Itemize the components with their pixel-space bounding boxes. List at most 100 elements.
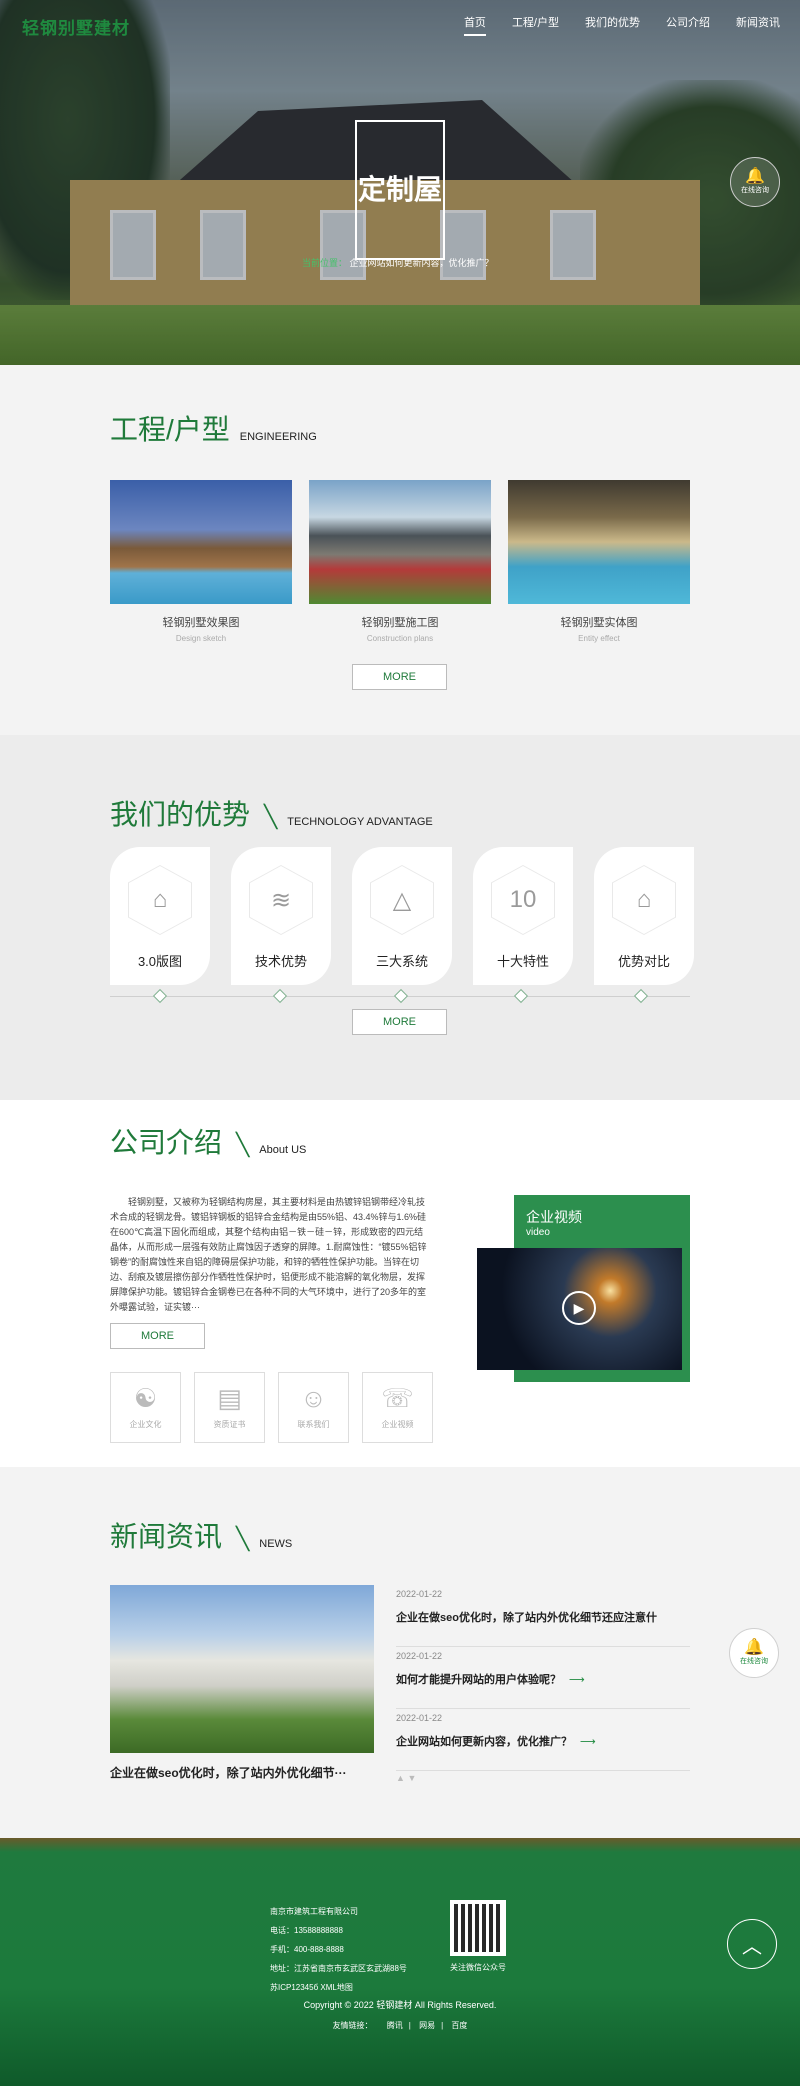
nav-news[interactable]: 新闻资讯 bbox=[736, 14, 780, 36]
news-item[interactable]: 2022-01-22 企业网站如何更新内容，优化推广？ ⟶ bbox=[396, 1709, 690, 1771]
section-subtitle: TECHNOLOGY ADVANTAGE bbox=[287, 816, 433, 828]
card-title[interactable]: 轻钢别墅实体图 bbox=[508, 614, 690, 630]
card-image[interactable] bbox=[110, 480, 292, 604]
news-item[interactable]: 2022-01-22 如何才能提升网站的用户体验呢？ ⟶ bbox=[396, 1647, 690, 1709]
timeline-dot bbox=[272, 988, 288, 1004]
news-title[interactable]: 企业网站如何更新内容，优化推广？ ⟶ bbox=[396, 1733, 690, 1749]
nav-engineering[interactable]: 工程/户型 bbox=[512, 14, 559, 36]
nav-home[interactable]: 首页 bbox=[463, 14, 486, 36]
card-title[interactable]: 轻钢别墅效果图 bbox=[110, 614, 292, 630]
hero-title: 定制屋 bbox=[357, 174, 442, 205]
video-subtitle: video bbox=[526, 1227, 550, 1238]
breadcrumb-current[interactable]: 企业网站如何更新内容，优化推广？ bbox=[350, 258, 494, 268]
engineering-heading: 工程/户型 ENGINEERING bbox=[110, 415, 317, 445]
ten-glyph: 10 bbox=[509, 886, 537, 913]
slash-divider: ╲ bbox=[236, 1526, 250, 1551]
qq-icon: 🔔 bbox=[745, 168, 765, 185]
slash-divider: ╲ bbox=[264, 804, 278, 829]
pager-up-icon[interactable]: ▲ bbox=[396, 1773, 405, 1783]
hero-banner: 轻钢别墅建材 首页 工程/户型 我们的优势 公司介绍 新闻资讯 定制屋 当前位置… bbox=[0, 0, 800, 365]
arrow-right-icon: ⟶ bbox=[580, 1736, 596, 1748]
quick-link-video[interactable]: ☏ 企业视频 bbox=[362, 1372, 433, 1443]
online-consult-label: 在线咨询 bbox=[741, 187, 769, 194]
advantage-items: ⌂ 3.0版图 ≋ 技术优势 △ 三大系统 10 十大特性 ⌂ 优势对比 bbox=[110, 847, 694, 985]
advantage-more-button[interactable]: MORE bbox=[352, 1009, 447, 1035]
site-footer: 南京市建筑工程有限公司 电话：13588888888 手机：400-888-88… bbox=[0, 1838, 800, 2086]
about-text: 轻钢别墅，又被称为轻钢结构房屋，其主要材料是由热镀锌铝钢带经冷轧技术合成的轻钢龙… bbox=[110, 1197, 427, 1312]
advantage-label: 优势对比 bbox=[617, 954, 670, 969]
engineering-section: 工程/户型 ENGINEERING 轻钢别墅效果图 Design sketch … bbox=[0, 365, 800, 735]
advantage-item[interactable]: ≋ 技术优势 bbox=[231, 847, 331, 985]
advantage-label: 3.0版图 bbox=[137, 954, 183, 969]
triangle-icon: △ bbox=[370, 865, 434, 935]
card-title[interactable]: 轻钢别墅施工图 bbox=[309, 614, 491, 630]
footer-address: 地址：江苏省南京市玄武区玄武湖88号 bbox=[270, 1964, 407, 1973]
nav-advantage[interactable]: 我们的优势 bbox=[585, 14, 640, 36]
timeline-dot bbox=[152, 988, 168, 1004]
about-more-button[interactable]: MORE bbox=[110, 1323, 205, 1349]
video-thumbnail[interactable]: ▶ bbox=[477, 1248, 682, 1370]
section-title: 工程/户型 bbox=[110, 414, 230, 445]
card-image[interactable] bbox=[309, 480, 491, 604]
card-image[interactable] bbox=[508, 480, 690, 604]
arrow-right-icon: ⟶ bbox=[569, 1674, 585, 1686]
card-subtitle: Entity effect bbox=[578, 634, 620, 643]
news-list: 2022-01-22 企业在做seo优化时，除了站内外优化细节还应注意什 202… bbox=[396, 1585, 690, 1771]
friend-link[interactable]: 腾讯 bbox=[387, 2021, 403, 2030]
about-section: 公司介绍 ╲ About US 轻钢别墅，又被称为轻钢结构房屋，其主要材料是由热… bbox=[0, 1100, 800, 1467]
engineering-card[interactable]: 轻钢别墅实体图 Entity effect bbox=[508, 480, 690, 643]
engineering-more-button[interactable]: MORE bbox=[352, 664, 447, 690]
advantage-item[interactable]: △ 三大系统 bbox=[352, 847, 452, 985]
house-icon: ⌂ bbox=[128, 865, 192, 935]
section-title: 我们的优势 bbox=[110, 799, 251, 830]
quick-link-label: 企业视频 bbox=[381, 1420, 414, 1429]
about-heading: 公司介绍 ╲ About US bbox=[110, 1128, 306, 1158]
news-feature-caption[interactable]: 企业在做seo优化时，除了站内外优化细节··· bbox=[110, 1764, 347, 1781]
engineering-card[interactable]: 轻钢别墅效果图 Design sketch bbox=[110, 480, 292, 643]
culture-icon: ☯ bbox=[133, 1383, 158, 1413]
news-title-text[interactable]: 企业网站如何更新内容，优化推广？ bbox=[396, 1736, 572, 1748]
news-item[interactable]: 2022-01-22 企业在做seo优化时，除了站内外优化细节还应注意什 bbox=[396, 1585, 690, 1647]
online-consult-button[interactable]: 🔔 在线咨询 bbox=[730, 157, 780, 207]
quick-link-certificate[interactable]: ▤ 资质证书 bbox=[194, 1372, 265, 1443]
qq-icon: 🔔 bbox=[744, 1639, 764, 1656]
news-title[interactable]: 企业在做seo优化时，除了站内外优化细节还应注意什 bbox=[396, 1609, 690, 1625]
quick-link-contact[interactable]: ☺ 联系我们 bbox=[278, 1372, 349, 1443]
footer-company: 南京市建筑工程有限公司 bbox=[270, 1907, 358, 1916]
breadcrumb: 当前位置： 企业网站如何更新内容，优化推广？ bbox=[302, 256, 494, 269]
friend-link[interactable]: 网易 bbox=[419, 2021, 435, 2030]
online-consult-button[interactable]: 🔔 在线咨询 bbox=[729, 1628, 779, 1678]
layers-icon: ≋ bbox=[249, 865, 313, 935]
section-title: 公司介绍 bbox=[110, 1127, 223, 1158]
news-title[interactable]: 如何才能提升网站的用户体验呢？ ⟶ bbox=[396, 1671, 690, 1687]
advantage-heading: 我们的优势 ╲ TECHNOLOGY ADVANTAGE bbox=[110, 800, 433, 830]
advantage-section: 我们的优势 ╲ TECHNOLOGY ADVANTAGE ⌂ 3.0版图 ≋ 技… bbox=[0, 735, 800, 1100]
engineering-card[interactable]: 轻钢别墅施工图 Construction plans bbox=[309, 480, 491, 643]
online-consult-label: 在线咨询 bbox=[740, 1658, 768, 1665]
timeline-dot bbox=[633, 988, 649, 1004]
card-subtitle: Construction plans bbox=[366, 634, 434, 643]
footer-icp[interactable]: 苏ICP12345б XML地图 bbox=[270, 1978, 407, 1997]
advantage-item[interactable]: 10 十大特性 bbox=[473, 847, 573, 985]
advantage-item[interactable]: ⌂ 3.0版图 bbox=[110, 847, 210, 985]
person-icon: ☺ bbox=[300, 1383, 327, 1413]
pager-down-icon[interactable]: ▼ bbox=[407, 1773, 416, 1783]
ten-icon: 10 bbox=[491, 865, 555, 935]
advantage-item[interactable]: ⌂ 优势对比 bbox=[594, 847, 694, 985]
play-icon[interactable]: ▶ bbox=[562, 1291, 596, 1325]
site-logo[interactable]: 轻钢别墅建材 bbox=[22, 14, 130, 39]
timeline-dot bbox=[513, 988, 529, 1004]
news-title-text[interactable]: 企业在做seo优化时，除了站内外优化细节还应注意什 bbox=[396, 1612, 657, 1624]
friend-link[interactable]: 百度 bbox=[451, 2021, 467, 2030]
advantage-label: 技术优势 bbox=[254, 954, 307, 969]
quick-link-culture[interactable]: ☯ 企业文化 bbox=[110, 1372, 181, 1443]
footer-phone: 电话：13588888888 bbox=[270, 1926, 343, 1935]
news-feature-image[interactable] bbox=[110, 1585, 374, 1753]
back-to-top-button[interactable]: ︿ bbox=[727, 1919, 777, 1969]
friend-links: 友情链接： 腾讯 | 网易 | 百度 bbox=[332, 2021, 468, 2030]
news-title-text[interactable]: 如何才能提升网站的用户体验呢？ bbox=[396, 1674, 561, 1686]
nav-about[interactable]: 公司介绍 bbox=[666, 14, 710, 36]
news-section: 新闻资讯 ╲ NEWS 企业在做seo优化时，除了站内外优化细节··· 2022… bbox=[0, 1467, 800, 1838]
news-date: 2022-01-22 bbox=[396, 1713, 443, 1723]
footer-mobile: 手机：400-888-8888 bbox=[270, 1945, 344, 1954]
